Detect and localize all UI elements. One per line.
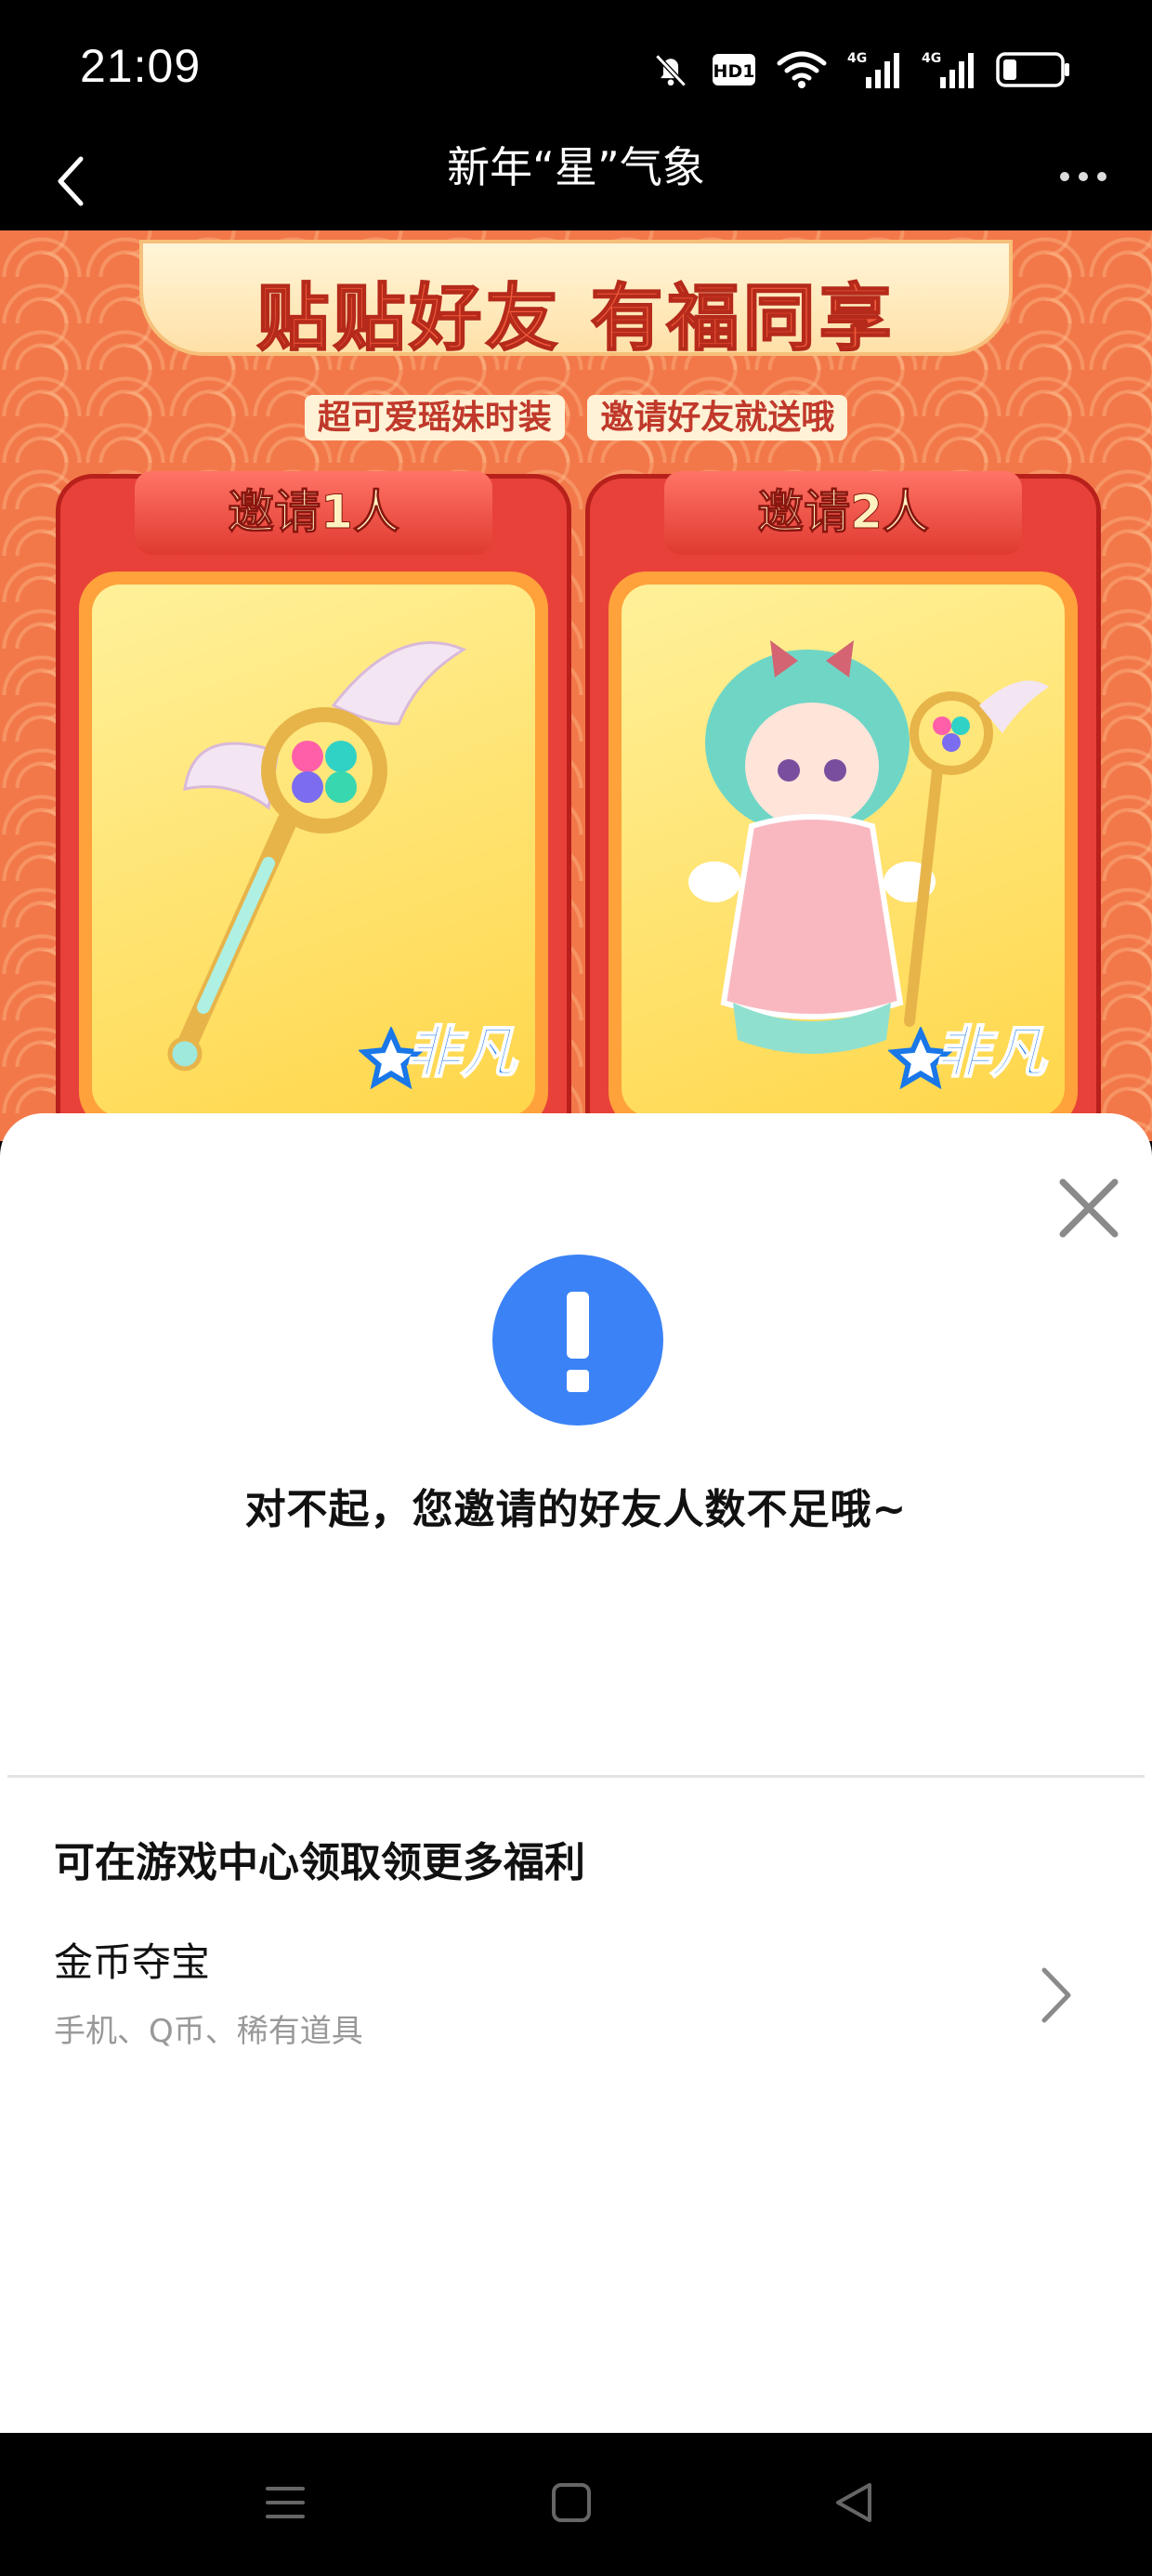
wifi-icon [777, 51, 827, 88]
svg-text:4G: 4G [847, 51, 867, 66]
benefit-item-gold-coin-treasure[interactable]: 金币夺宝 手机、Q币、稀有道具 [0, 1931, 1152, 2070]
status-icons: HD1 4G 4G [650, 46, 1070, 93]
section-title: 可在游戏中心领取领更多福利 [54, 1839, 585, 1886]
page-title: 新年“星”气象 [447, 142, 705, 192]
4g-signal-icon: 4G [847, 51, 899, 88]
nav-menu-button[interactable] [253, 2470, 318, 2535]
back-triangle-icon [836, 2483, 871, 2522]
battery-icon [996, 52, 1069, 87]
4g-signal-icon: 4G [922, 51, 974, 88]
chevron-right-icon [1041, 1967, 1071, 2023]
nav-home-button[interactable] [539, 2470, 604, 2535]
banner-heading: 贴贴好友 有福同享 [255, 276, 896, 361]
benefit-title: 金币夺宝 [54, 1939, 211, 1985]
home-square-icon [552, 2483, 591, 2522]
reward-image-area: 非凡 [622, 585, 1065, 1116]
error-message: 对不起，您邀请的好友人数不足哦~ [244, 1486, 908, 1533]
menu-icon [266, 2487, 305, 2518]
status-time: 21:09 [80, 40, 202, 92]
mute-bell-icon [655, 54, 687, 87]
banner-subtitle-left: 超可爱瑶妹时装 [304, 395, 565, 440]
more-dots-icon [1060, 172, 1069, 181]
more-button[interactable] [1037, 139, 1130, 214]
nav-back-button[interactable] [821, 2470, 886, 2535]
benefit-subtitle: 手机、Q币、稀有道具 [54, 2013, 363, 2050]
reward-frame: 非凡 [79, 572, 548, 1129]
reward-image-area: 非凡 [92, 585, 535, 1116]
banner-heading-plate: 贴贴好友 有福同享 [139, 240, 1013, 361]
divider [7, 1775, 1145, 1778]
result-sheet: 对不起，您邀请的好友人数不足哦~ 可在游戏中心领取领更多福利 金币夺宝 手机、Q… [0, 1113, 1152, 2433]
reward-tab-label: 邀请2人 [664, 471, 1022, 555]
banner-subtitle-right: 邀请好友就送哦 [587, 395, 848, 440]
reward-card-invite-2[interactable]: 邀请2人 非凡 [585, 471, 1101, 1141]
close-button[interactable] [1052, 1171, 1126, 1245]
reward-frame: 非凡 [609, 572, 1078, 1129]
reward-card-invite-1[interactable]: 邀请1人 非凡 [56, 471, 571, 1141]
rarity-badge: 非凡 [404, 1019, 517, 1086]
rarity-badge: 非凡 [934, 1019, 1047, 1086]
exclamation-icon [492, 1255, 663, 1426]
svg-text:HD1: HD1 [713, 61, 755, 82]
reward-tab-label: 邀请1人 [135, 471, 492, 555]
svg-text:4G: 4G [922, 51, 941, 66]
more-dot [1097, 172, 1106, 181]
more-dot [1079, 172, 1088, 181]
status-bar: 21:09 HD1 4G 4G [0, 0, 1152, 130]
close-icon [1059, 1178, 1119, 1238]
event-banner: 贴贴好友 有福同享 超可爱瑶妹时装 邀请好友就送哦 邀请1人 非凡 邀请2人 非… [0, 230, 1152, 1141]
banner-subtitle: 超可爱瑶妹时装 邀请好友就送哦 [0, 390, 1152, 440]
system-nav-bar [0, 2433, 1152, 2576]
exclamation-bar [567, 1292, 589, 1359]
exclamation-dot [567, 1370, 589, 1392]
title-bar: 新年“星”气象 [0, 130, 1152, 230]
hd-icon: HD1 [713, 54, 755, 85]
